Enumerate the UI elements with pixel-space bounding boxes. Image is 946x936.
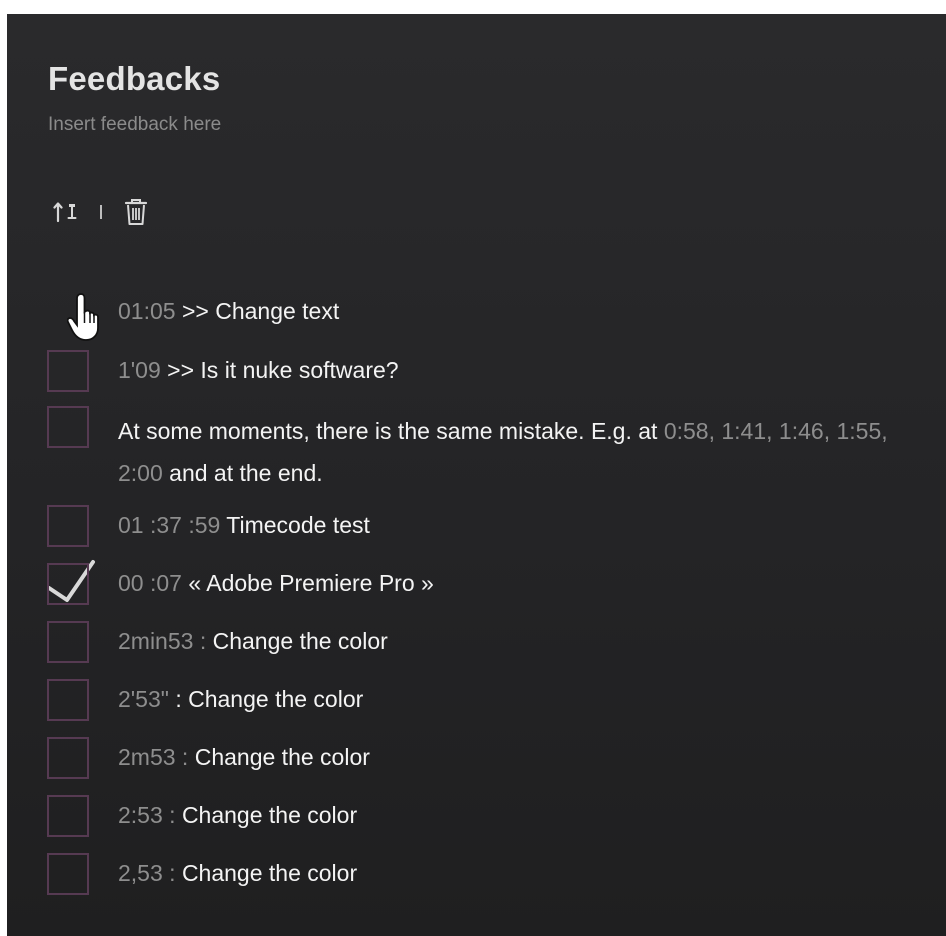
feedback-checkbox[interactable] bbox=[47, 406, 89, 448]
feedback-checkbox[interactable] bbox=[47, 853, 89, 895]
feedback-checkbox[interactable] bbox=[47, 350, 89, 392]
feedback-label: « Adobe Premiere Pro » bbox=[188, 570, 434, 596]
sort-icon[interactable] bbox=[53, 199, 79, 225]
feedback-text: 2,53 : Change the color bbox=[118, 858, 357, 888]
timecode[interactable]: 2,53 : bbox=[118, 860, 176, 886]
feedback-label: >> Is it nuke software? bbox=[167, 357, 399, 383]
toolbar bbox=[53, 197, 148, 227]
feedback-text: At some moments, there is the same mista… bbox=[118, 410, 918, 494]
feedback-label: Change the color bbox=[181, 860, 358, 886]
timecode[interactable]: 1:46 bbox=[779, 418, 824, 444]
feedback-checkbox[interactable] bbox=[47, 505, 89, 547]
feedback-label: : Change the color bbox=[175, 686, 364, 712]
feedback-panel: Feedbacks Insert feedback here 01:05 >> … bbox=[7, 14, 946, 936]
feedback-checkbox[interactable] bbox=[47, 563, 89, 605]
feedback-text: 01:05 >> Change text bbox=[118, 296, 339, 326]
feedback-label: Change the color bbox=[212, 628, 388, 654]
feedback-checkbox[interactable] bbox=[47, 795, 89, 837]
feedback-checkbox[interactable] bbox=[47, 621, 89, 663]
feedback-label: Timecode test bbox=[226, 512, 370, 538]
feedback-label: Change the color bbox=[181, 802, 358, 828]
feedback-checkbox[interactable] bbox=[47, 737, 89, 779]
timecode[interactable]: 2:00 bbox=[118, 460, 163, 486]
timecode[interactable]: 01:05 bbox=[118, 298, 176, 324]
timecode[interactable]: 1:55 bbox=[836, 418, 881, 444]
feedback-text: 1'09 >> Is it nuke software? bbox=[118, 355, 399, 385]
feedback-input[interactable]: Insert feedback here bbox=[48, 114, 221, 136]
timecode[interactable]: 2m53 : bbox=[118, 744, 188, 770]
hand-cursor-icon bbox=[67, 293, 99, 341]
feedback-label: Change the color bbox=[194, 744, 370, 770]
feedback-text: 01 :37 :59 Timecode test bbox=[118, 510, 370, 540]
feedback-text: 2:53 : Change the color bbox=[118, 800, 357, 830]
panel-title: Feedbacks bbox=[48, 60, 221, 97]
timecode[interactable]: 00 :07 bbox=[118, 570, 182, 596]
feedback-label: >> Change text bbox=[181, 298, 340, 324]
feedback-text: 2m53 : Change the color bbox=[118, 742, 370, 772]
feedback-text: 2min53 : Change the color bbox=[118, 626, 388, 656]
feedback-label: and at the end. bbox=[169, 460, 323, 486]
feedback-text: 2'53" : Change the color bbox=[118, 684, 363, 714]
timecode[interactable]: 0:58 bbox=[664, 418, 709, 444]
toolbar-divider bbox=[100, 205, 102, 219]
feedback-checkbox[interactable] bbox=[47, 679, 89, 721]
timecode[interactable]: 2:53 : bbox=[118, 802, 176, 828]
timecode-separator: , bbox=[708, 418, 715, 444]
timecode-separator: , bbox=[766, 418, 773, 444]
timecode[interactable]: 2min53 : bbox=[118, 628, 206, 654]
timecode[interactable]: 2'53" bbox=[118, 686, 169, 712]
feedback-label: At some moments, there is the same mista… bbox=[118, 418, 658, 444]
timecode-separator: , bbox=[823, 418, 831, 444]
timecode-separator: , bbox=[881, 418, 888, 444]
trash-icon[interactable] bbox=[124, 198, 148, 226]
timecode[interactable]: 01 :37 :59 bbox=[118, 512, 220, 538]
feedback-text: 00 :07 « Adobe Premiere Pro » bbox=[118, 568, 434, 598]
timecode[interactable]: 1'09 bbox=[118, 357, 161, 383]
timecode[interactable]: 1:41 bbox=[721, 418, 766, 444]
